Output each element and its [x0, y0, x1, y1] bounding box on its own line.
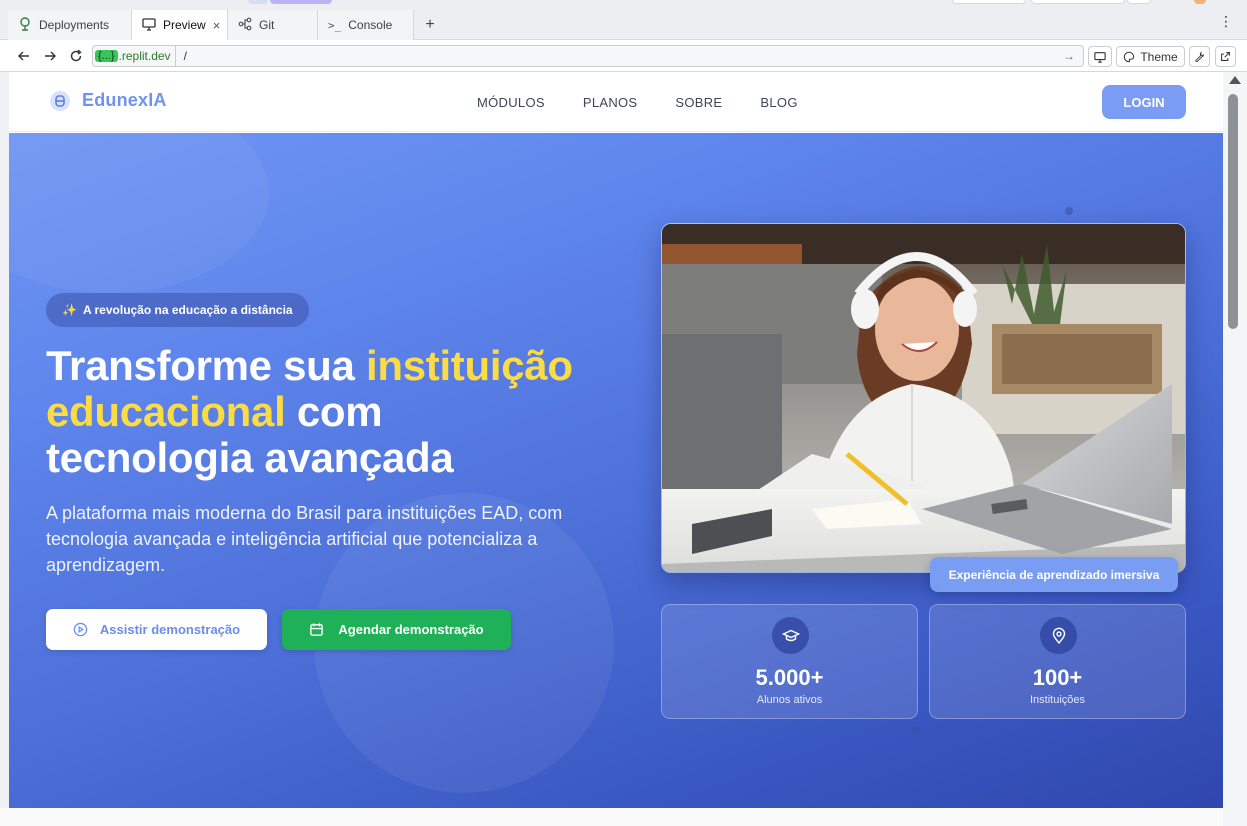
headline-part-1: Transforme sua — [46, 342, 366, 389]
login-button[interactable]: LOGIN — [1102, 85, 1186, 119]
vertical-scrollbar[interactable] — [1223, 72, 1247, 826]
student-with-laptop-illustration — [662, 224, 1185, 572]
graduation-cap-icon — [772, 617, 809, 654]
decorative-dot — [1065, 207, 1073, 215]
calendar-icon — [310, 623, 324, 636]
page-below-fold — [0, 808, 1223, 826]
workspace-tabbar: Deployments Preview × Git >_ Console + ⋮ — [0, 0, 1247, 40]
strip-indicator-active — [270, 0, 332, 4]
tab-console[interactable]: >_ Console — [318, 10, 414, 40]
theme-label: Theme — [1140, 49, 1178, 64]
tab-git[interactable]: Git — [228, 10, 318, 40]
decorative-dot — [912, 726, 920, 734]
stat-value: 100+ — [1032, 665, 1083, 690]
logo-icon — [50, 90, 70, 111]
nav-link-modulos[interactable]: MÓDULOS — [477, 95, 545, 110]
map-pin-icon — [1040, 617, 1077, 654]
arrow-right-icon — [45, 51, 56, 61]
scroll-up-icon[interactable] — [1229, 76, 1241, 84]
theme-button[interactable]: Theme — [1116, 46, 1185, 67]
tab-preview[interactable]: Preview × — [132, 10, 228, 40]
add-tab-button[interactable]: + — [420, 10, 440, 40]
strip-box — [1031, 0, 1125, 4]
brand-logo[interactable]: EdunexIA — [50, 90, 167, 111]
brand-name: EdunexIA — [82, 90, 167, 110]
open-new-tab-button[interactable] — [1215, 46, 1236, 67]
decorative-blob — [9, 133, 269, 293]
url-path: / — [183, 49, 187, 63]
preview-urlbar: {...} .replit.dev / → Theme — [0, 40, 1247, 72]
devtools-button[interactable] — [1189, 46, 1210, 67]
back-button[interactable] — [16, 48, 32, 64]
palette-icon — [1124, 51, 1135, 62]
strip-box — [1127, 0, 1151, 4]
hero-description: A plataforma mais moderna do Brasil para… — [46, 503, 563, 575]
avatar-edge — [1194, 0, 1206, 4]
tab-deployments[interactable]: Deployments — [8, 10, 132, 40]
headline-highlight-2: educacional — [46, 388, 286, 435]
tab-label: Console — [348, 18, 393, 32]
tagline-pill: ✨ A revolução na educação a distância — [46, 293, 309, 327]
stat-value: 5.000+ — [755, 665, 824, 690]
monitor-icon — [142, 17, 156, 34]
tab-label: Git — [259, 18, 275, 32]
url-host: {...} .replit.dev — [93, 46, 176, 66]
deploy-icon — [18, 16, 32, 34]
schedule-demo-label: Agendar demonstração — [338, 622, 484, 637]
more-options-icon[interactable]: ⋮ — [1219, 14, 1233, 28]
strip-box — [952, 0, 1026, 4]
nav-link-sobre[interactable]: SOBRE — [675, 95, 722, 110]
arrow-left-icon — [18, 51, 29, 61]
stat-card-students: 5.000+ Alunos ativos — [661, 604, 918, 719]
stat-card-institutions: 100+ Instituições — [929, 604, 1186, 719]
hero-section: ✨ A revolução na educação a distância Tr… — [9, 133, 1223, 808]
tagline-text: A revolução na educação a distância — [82, 303, 293, 317]
device-toggle-button[interactable] — [1088, 46, 1112, 67]
main-nav: MÓDULOS PLANOS SOBRE BLOG — [477, 95, 798, 110]
url-input[interactable]: {...} .replit.dev / → — [92, 45, 1084, 67]
nav-link-planos[interactable]: PLANOS — [583, 95, 638, 110]
headline-highlight-1: instituição — [365, 342, 573, 389]
url-host-text: .replit.dev — [118, 49, 171, 63]
stat-label: Instituições — [1029, 694, 1086, 706]
url-host-mask: {...} — [95, 50, 118, 62]
close-icon[interactable]: × — [213, 18, 221, 33]
schedule-demo-button[interactable]: Agendar demonstração — [282, 609, 511, 650]
hero-photo — [661, 223, 1186, 573]
watch-demo-label: Assistir demonstração — [99, 622, 241, 637]
site-header: EdunexIA MÓDULOS PLANOS SOBRE BLOG LOGIN — [9, 72, 1223, 132]
reload-icon — [70, 49, 82, 62]
forward-button[interactable] — [42, 48, 58, 64]
terminal-icon: >_ — [328, 18, 342, 32]
top-strip — [0, 0, 1247, 10]
external-link-icon — [1221, 52, 1230, 61]
scrollbar-thumb[interactable] — [1228, 94, 1238, 329]
strip-indicator — [248, 0, 268, 4]
tab-label: Preview — [163, 18, 206, 32]
go-arrow-icon[interactable]: → — [1063, 49, 1075, 63]
monitor-icon — [1094, 51, 1106, 63]
stat-label: Alunos ativos — [756, 694, 823, 706]
tab-label: Deployments — [39, 18, 110, 32]
hero-headline: Transforme sua instituição educacional c… — [46, 343, 646, 481]
preview-viewport: EdunexIA MÓDULOS PLANOS SOBRE BLOG LOGIN… — [9, 72, 1223, 808]
sparkles-icon: ✨ — [62, 303, 77, 317]
play-circle-icon — [73, 622, 88, 637]
reload-button[interactable] — [68, 48, 84, 64]
nav-link-blog[interactable]: BLOG — [760, 95, 797, 110]
watch-demo-button[interactable]: Assistir demonstração — [46, 609, 267, 650]
git-icon — [238, 17, 252, 34]
headline-part-2: com — [285, 388, 383, 435]
wrench-icon — [1194, 51, 1204, 62]
photo-caption-badge: Experiência de aprendizado imersiva — [930, 557, 1178, 592]
headline-part-3: tecnologia avançada — [46, 434, 454, 481]
